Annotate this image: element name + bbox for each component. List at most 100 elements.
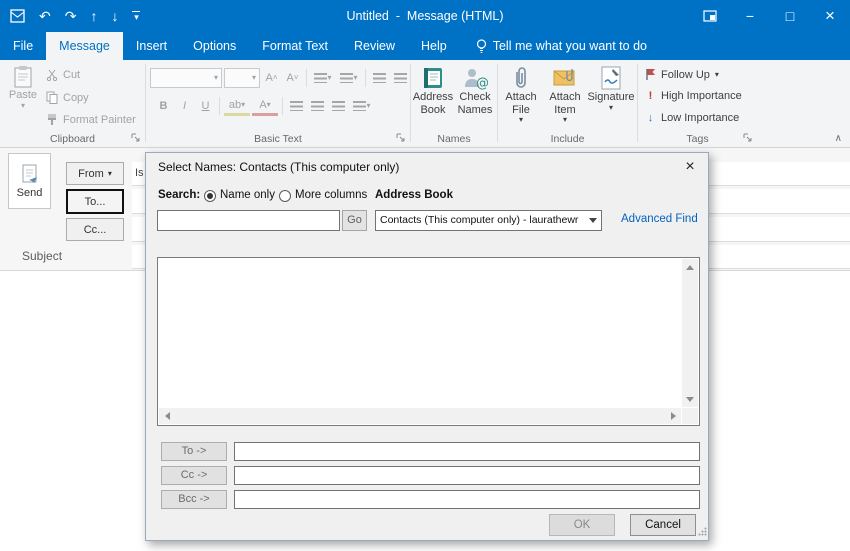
name-only-radio[interactable] <box>204 190 216 202</box>
search-input[interactable] <box>157 210 340 231</box>
format-painter-label: Format Painter <box>63 113 136 126</box>
scroll-left-button[interactable] <box>159 408 175 424</box>
font-size-dropdown-icon: ▾ <box>251 73 256 82</box>
maximize-button[interactable]: □ <box>770 0 810 32</box>
send-button[interactable]: Send <box>8 153 51 209</box>
low-importance-icon: ↓ <box>647 112 654 124</box>
decrease-indent-button[interactable] <box>370 68 389 88</box>
italic-button[interactable]: I <box>175 96 194 116</box>
basic-text-dialog-launcher[interactable] <box>396 133 407 144</box>
envelope-icon <box>553 69 575 86</box>
align-left-button[interactable] <box>287 96 306 116</box>
cut-button[interactable]: Cut <box>46 69 80 81</box>
align-left-icon <box>290 101 303 111</box>
ok-button[interactable]: OK <box>549 514 615 536</box>
justify-icon <box>353 101 367 111</box>
tab-review[interactable]: Review <box>341 32 408 60</box>
display-settings-icon[interactable] <box>690 0 730 32</box>
dialog-close-button[interactable]: × <box>672 153 708 181</box>
numbering-button[interactable]: ▾ <box>337 68 361 88</box>
attach-item-button[interactable]: Attach Item ▾ <box>544 65 586 135</box>
format-painter-button[interactable]: Format Painter <box>46 113 136 126</box>
low-importance-button[interactable]: ↓ Low Importance <box>645 112 740 124</box>
copy-button[interactable]: Copy <box>46 91 89 104</box>
contacts-list[interactable] <box>157 257 700 426</box>
increase-indent-button[interactable] <box>391 68 410 88</box>
scroll-up-button[interactable] <box>682 259 698 275</box>
highlight-dropdown-icon: ▾ <box>241 99 246 109</box>
address-book-select[interactable]: Contacts (This computer only) - laurathe… <box>375 210 602 231</box>
low-importance-label: Low Importance <box>661 112 740 124</box>
scroll-right-button[interactable] <box>665 408 681 424</box>
high-importance-button[interactable]: ! High Importance <box>645 90 742 102</box>
paste-button[interactable]: Paste ▾ <box>4 65 42 135</box>
cancel-button[interactable]: Cancel <box>630 514 696 536</box>
tab-help[interactable]: Help <box>408 32 460 60</box>
subject-label: Subject <box>22 249 63 263</box>
tab-file[interactable]: File <box>0 32 46 60</box>
grow-font-button[interactable]: A ˄ <box>262 68 281 88</box>
collapse-ribbon-button[interactable]: ∧ <box>835 133 842 144</box>
tell-me-box[interactable]: Tell me what you want to do <box>476 32 647 60</box>
title-bar: ↶ ↷ ↑ ↓ ▾ Untitled - Message (HTML) − □ … <box>0 0 850 32</box>
tab-format-text[interactable]: Format Text <box>249 32 341 60</box>
tags-dialog-launcher[interactable] <box>743 133 754 144</box>
address-book-value: Contacts (This computer only) - laurathe… <box>380 214 579 226</box>
name-only-label: Name only <box>220 189 275 201</box>
paste-icon <box>14 66 32 88</box>
font-size-combo[interactable]: ▾ <box>224 68 260 88</box>
to-recipients-input[interactable] <box>234 442 700 461</box>
tab-message[interactable]: Message <box>46 32 123 60</box>
cc-button[interactable]: Cc... <box>66 218 124 241</box>
align-right-button[interactable] <box>329 96 348 116</box>
horizontal-scrollbar[interactable] <box>159 408 681 424</box>
paste-label: Paste <box>8 89 38 101</box>
from-dropdown-icon: ▾ <box>107 168 112 178</box>
paperclip-icon <box>516 67 526 88</box>
dialog-title-bar[interactable]: Select Names: Contacts (This computer on… <box>146 153 708 181</box>
bold-button[interactable]: B <box>154 96 173 116</box>
more-columns-radio[interactable] <box>279 190 291 202</box>
paragraph-dropdown-icon: ▾ <box>366 101 371 110</box>
attach-item-dropdown-icon: ▾ <box>562 115 567 125</box>
check-names-button[interactable]: @ Check Names <box>455 65 495 135</box>
close-window-button[interactable]: × <box>810 0 850 32</box>
align-center-button[interactable] <box>308 96 327 116</box>
follow-up-button[interactable]: Follow Up ▾ <box>645 68 719 81</box>
paragraph-more-button[interactable]: ▾ <box>350 96 374 116</box>
address-book-dropdown-icon[interactable] <box>585 211 601 230</box>
to-button[interactable]: To... <box>66 189 124 214</box>
grow-caret-icon: ˄ <box>272 73 278 82</box>
advanced-find-link[interactable]: Advanced Find <box>621 213 698 225</box>
underline-button[interactable]: U <box>196 96 215 116</box>
vertical-scrollbar[interactable] <box>682 259 698 407</box>
to-arrow-button[interactable]: To -> <box>161 442 227 461</box>
shrink-font-button[interactable]: A ˅ <box>283 68 302 88</box>
tab-insert[interactable]: Insert <box>123 32 180 60</box>
numbering-dropdown-icon: ▾ <box>353 73 358 82</box>
attach-file-button[interactable]: Attach File ▾ <box>500 65 542 135</box>
address-book-button[interactable]: Address Book <box>413 65 453 135</box>
signature-button[interactable]: Signature ▾ <box>587 65 635 135</box>
numbered-list-icon <box>340 73 354 83</box>
cc-arrow-button[interactable]: Cc -> <box>161 466 227 485</box>
clipboard-dialog-launcher[interactable] <box>131 133 142 144</box>
cc-recipients-input[interactable] <box>234 466 700 485</box>
outlook-message-window: ↶ ↷ ↑ ↓ ▾ Untitled - Message (HTML) − □ … <box>0 0 850 551</box>
bcc-recipients-input[interactable] <box>234 490 700 509</box>
tab-options[interactable]: Options <box>180 32 249 60</box>
minimize-button[interactable]: − <box>730 0 770 32</box>
resize-grip[interactable] <box>698 527 707 539</box>
divider <box>219 97 220 115</box>
paste-dropdown-icon: ▾ <box>20 100 25 110</box>
go-button[interactable]: Go <box>342 210 367 231</box>
font-name-combo[interactable]: ▾ <box>150 68 222 88</box>
highlight-button[interactable]: ab ▾ <box>224 96 250 116</box>
bullets-button[interactable]: ▾ <box>311 68 335 88</box>
font-color-button[interactable]: A ▾ <box>252 96 278 116</box>
bcc-arrow-button[interactable]: Bcc -> <box>161 490 227 509</box>
address-book-icon <box>424 68 442 88</box>
bold-glyph: B <box>159 100 168 112</box>
from-button[interactable]: From ▾ <box>66 162 124 185</box>
scroll-down-button[interactable] <box>682 391 698 407</box>
